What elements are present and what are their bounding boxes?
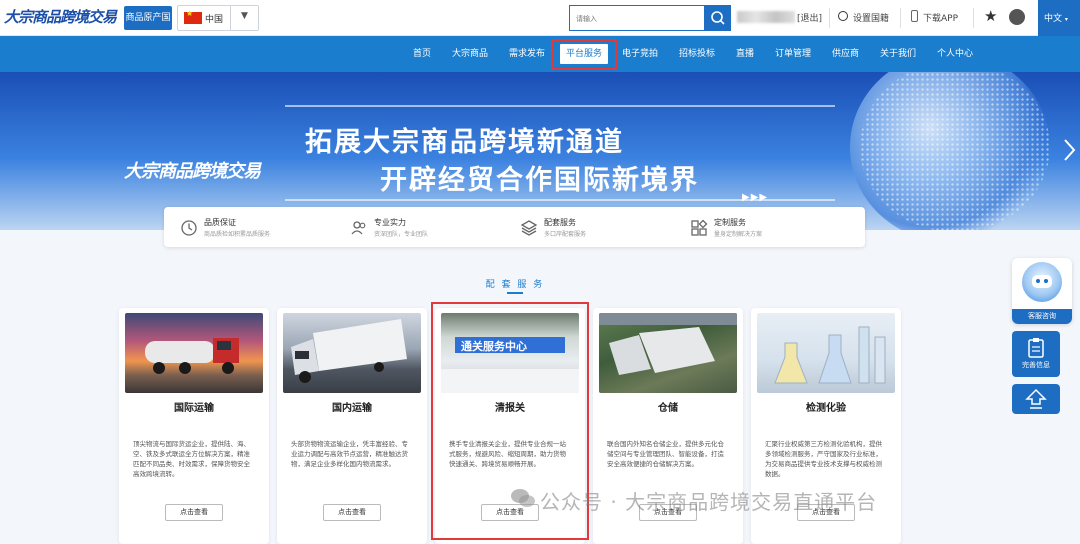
globe-dots	[860, 72, 1050, 230]
search-input[interactable]	[570, 7, 700, 32]
watermark-text: 公众号 · 大宗商品跨境交易直通平台	[540, 490, 878, 514]
box-truck-graphic	[291, 319, 407, 383]
view-details-button[interactable]: 点击查看	[165, 504, 223, 521]
customer-service-icon[interactable]	[1009, 9, 1025, 25]
chevron-right-icon[interactable]	[1062, 138, 1076, 162]
banner-logo: 大宗商品跨境交易	[124, 161, 261, 182]
card-desc: 头部货物物流运输企业，凭丰富经验、专业运力调配与高效节点运营，精准触达货物，满足…	[291, 440, 408, 468]
flasks-graphic	[774, 326, 886, 384]
nav-orders[interactable]: 订单管理	[775, 36, 811, 72]
clipboard-icon	[1028, 338, 1044, 358]
divider	[829, 8, 830, 28]
service-card-domestic-transport[interactable]: 国内运输 头部货物物流运输企业，凭丰富经验、专业运力调配与高效节点运营，精准触达…	[277, 308, 427, 544]
view-details-button[interactable]: 点击查看	[323, 504, 381, 521]
lab-flasks-image	[757, 313, 895, 393]
section-title: 配 套 服 务	[485, 280, 545, 290]
search-button[interactable]	[705, 5, 731, 31]
clock-icon	[181, 220, 197, 236]
favorite-star-icon[interactable]: ★	[984, 7, 997, 25]
feature-title: 配套服务	[544, 218, 576, 227]
nav-demand[interactable]: 需求发布	[509, 36, 545, 72]
service-label: 客服咨询	[1012, 309, 1072, 324]
logout-link[interactable]: [退出]	[797, 11, 822, 24]
nav-live[interactable]: 直播	[736, 36, 754, 72]
wechat-icon	[511, 489, 535, 507]
card-title: 检测化验	[806, 403, 846, 414]
feature-desc: 资深团队，专业团队	[374, 231, 429, 238]
search-icon	[711, 11, 725, 25]
truck-road-image	[283, 313, 421, 393]
site-logo[interactable]: 大宗商品跨境交易	[4, 6, 117, 32]
logo-text: 大宗商品跨境交易	[4, 8, 117, 26]
chevron-down-icon: ▾	[1064, 16, 1068, 23]
service-card-international-transport[interactable]: 国际运输 顶尖物流与国际货运企业，提供陆、海、空、铁及多式联运全方位解决方案，精…	[119, 308, 269, 544]
nav-home[interactable]: 首页	[413, 36, 431, 72]
feature-desc: 多口岸配套服务	[544, 231, 587, 238]
language-label: 中文	[1044, 14, 1063, 24]
feature-title: 品质保证	[204, 218, 236, 227]
section-underline	[507, 292, 523, 294]
card-title: 仓储	[658, 403, 678, 414]
main-nav: 首页 大宗商品 需求发布 平台服务 电子竞拍 招标投标 直播 订单管理 供应商 …	[0, 36, 1080, 72]
nav-tender[interactable]: 招标投标	[679, 36, 715, 72]
card-title: 国内运输	[332, 403, 372, 414]
download-app-link[interactable]: 下载APP	[923, 11, 958, 24]
feature-title: 定制服务	[714, 218, 746, 227]
annotation-highlight-nav	[551, 39, 617, 70]
chevron-down-icon[interactable]: ▼	[241, 11, 248, 21]
country-label: 中国	[205, 15, 224, 25]
arrow-decoration-icon: ▶▶▶	[742, 192, 769, 203]
truck-sunset-image	[125, 313, 263, 393]
search-box	[569, 5, 705, 32]
people-icon	[351, 221, 366, 235]
globe-icon	[838, 11, 848, 21]
banner-headline-1: 拓展大宗商品跨境新通道	[305, 127, 624, 158]
nav-commodities[interactable]: 大宗商品	[452, 36, 488, 72]
customer-service-widget[interactable]: 客服咨询	[1012, 258, 1072, 324]
card-desc: 联合国内外知名仓储企业，提供多元化仓储空间与专业管理团队、智能设备，打造安全高效…	[607, 440, 724, 468]
arrow-up-icon	[1025, 388, 1047, 409]
warehouse-aerial-image	[599, 313, 737, 393]
robot-icon	[1022, 262, 1062, 302]
feature-strip: 品质保证 商品质检如积累品质服务 专业实力 资深团队，专业团队 配套服务 多口岸…	[164, 207, 865, 247]
feature-desc: 商品质检如积累品质服务	[204, 231, 271, 238]
card-desc: 顶尖物流与国际货运企业，提供陆、海、空、铁及多式联运全方位解决方案，精准匹配不同…	[133, 440, 250, 478]
layers-icon	[520, 220, 538, 236]
username-blurred	[737, 11, 795, 23]
phone-icon	[911, 10, 918, 22]
complete-info-label: 完善信息	[1022, 361, 1050, 369]
language-switch[interactable]: 中文 ▾	[1038, 0, 1080, 36]
language-settings-link[interactable]: 设置国籍	[853, 11, 889, 24]
china-flag-icon	[184, 9, 202, 24]
top-bar: 大宗商品跨境交易 商品原产国 中国 ▼ [退出] 设置国籍 下载APP ★ 中文…	[0, 0, 1080, 36]
grid-icon	[691, 219, 708, 236]
country-select[interactable]: 中国 ▼	[177, 5, 259, 31]
card-desc: 汇聚行业权威第三方检测化验机构，提供多领域检测服务，严守国家及行业标准，为交易商…	[765, 440, 882, 478]
nav-suppliers[interactable]: 供应商	[832, 36, 859, 72]
banner-frame-line	[285, 105, 835, 107]
back-to-top-button[interactable]	[1012, 384, 1060, 414]
feature-desc: 量身定制解决方案	[714, 231, 763, 238]
country-divider	[230, 6, 231, 30]
tanker-truck-graphic	[145, 338, 239, 374]
card-title: 国际运输	[174, 403, 214, 414]
warehouse-graphic	[599, 313, 737, 375]
banner-headline-2: 开辟经贸合作国际新境界	[380, 165, 699, 196]
origin-country-button[interactable]: 商品原产国	[124, 6, 172, 30]
divider	[900, 8, 901, 28]
nav-profile[interactable]: 个人中心	[937, 36, 973, 72]
nav-about[interactable]: 关于我们	[880, 36, 916, 72]
divider	[973, 8, 974, 28]
nav-auction[interactable]: 电子竞拍	[622, 36, 658, 72]
feature-title: 专业实力	[374, 218, 406, 227]
complete-info-button[interactable]: 完善信息	[1012, 331, 1060, 377]
